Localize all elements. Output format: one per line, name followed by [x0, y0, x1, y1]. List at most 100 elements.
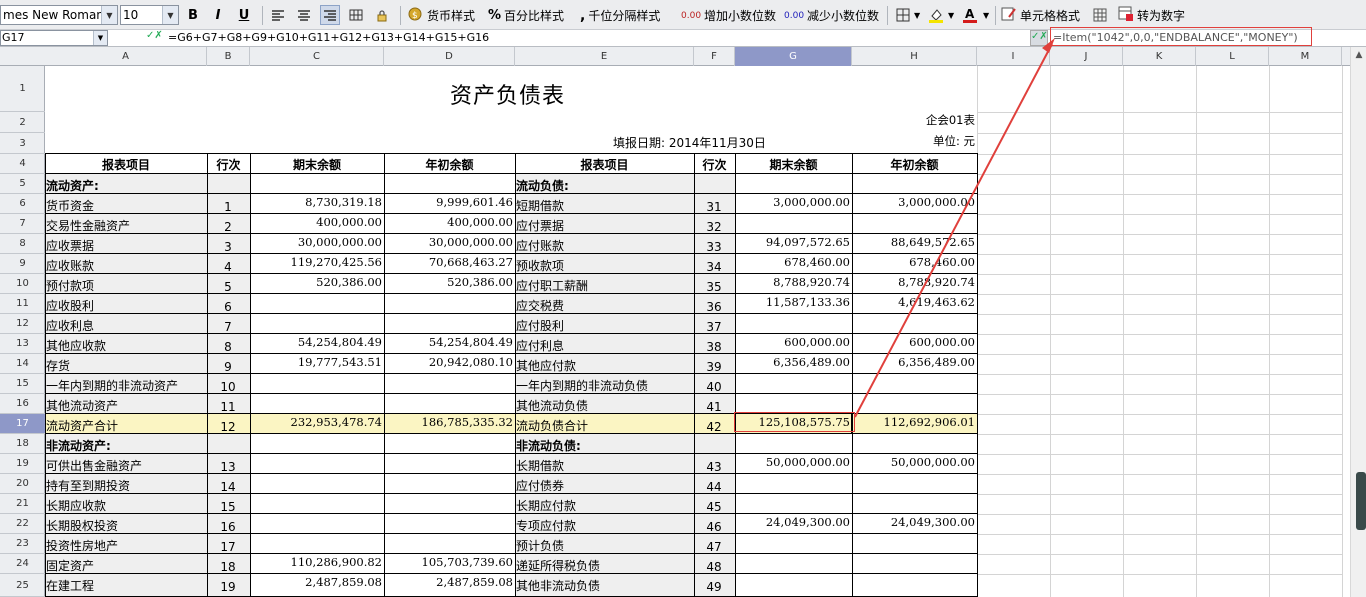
align-left-icon[interactable] — [268, 5, 288, 25]
item-label[interactable]: 其他应收款 — [45, 334, 206, 354]
row-seq[interactable]: 32 — [694, 214, 734, 234]
scroll-thumb[interactable] — [1356, 472, 1366, 530]
amount-cell[interactable]: 24,049,300.00 — [852, 514, 976, 534]
amount-cell[interactable]: 54,254,804.49 — [384, 334, 514, 354]
row-header-11[interactable]: 11 — [0, 294, 45, 314]
row-seq[interactable]: 5 — [207, 274, 249, 294]
underline-button[interactable]: U — [234, 5, 254, 25]
amount-cell[interactable]: 119,270,425.56 — [250, 254, 383, 274]
item-label[interactable]: 存货 — [45, 354, 206, 374]
row-header-19[interactable]: 19 — [0, 454, 45, 474]
row-seq[interactable]: 10 — [207, 374, 249, 394]
item-label[interactable]: 持有至到期投资 — [45, 474, 206, 494]
table-header-item[interactable]: 报表项目 — [45, 154, 207, 174]
item-label[interactable]: 非流动资产: — [45, 434, 206, 454]
row-seq[interactable]: 7 — [207, 314, 249, 334]
row-header-25[interactable]: 25 — [0, 574, 45, 597]
item-formula-edit-icon[interactable]: ✓✗ — [1030, 30, 1048, 46]
row-header-20[interactable]: 20 — [0, 474, 45, 494]
amount-cell[interactable]: 232,953,478.74 — [250, 414, 383, 434]
column-header-g[interactable]: G — [735, 47, 852, 66]
amount-cell[interactable]: 30,000,000.00 — [250, 234, 383, 254]
item-label[interactable]: 预收款项 — [515, 254, 693, 274]
row-seq[interactable]: 31 — [694, 194, 734, 214]
item-label[interactable]: 应付债券 — [515, 474, 693, 494]
increase-decimal-button[interactable]: 0.00 增加小数位数 — [681, 5, 776, 26]
formula-edit-icon[interactable]: ✓✗ — [146, 30, 164, 46]
row-seq[interactable]: 34 — [694, 254, 734, 274]
cell-format-button[interactable]: 单元格格式 — [1001, 5, 1080, 26]
table-header-end[interactable]: 期末余额 — [250, 154, 384, 174]
amount-cell[interactable]: 50,000,000.00 — [852, 454, 976, 474]
item-label[interactable]: 固定资产 — [45, 554, 206, 574]
row-seq[interactable]: 42 — [694, 414, 734, 434]
percent-style-button[interactable]: % 百分比样式 — [488, 5, 564, 26]
amount-cell[interactable]: 54,254,804.49 — [250, 334, 383, 354]
row-seq[interactable]: 2 — [207, 214, 249, 234]
merge-cells-icon[interactable] — [346, 5, 366, 25]
amount-cell[interactable]: 88,649,572.65 — [852, 234, 976, 254]
column-header-m[interactable]: M — [1269, 47, 1342, 66]
amount-cell[interactable]: 30,000,000.00 — [384, 234, 514, 254]
item-label[interactable]: 一年内到期的非流动资产 — [45, 374, 206, 394]
table-header-item2[interactable]: 报表项目 — [515, 154, 694, 174]
amount-cell[interactable]: 400,000.00 — [384, 214, 514, 234]
column-header-e[interactable]: E — [515, 47, 694, 66]
item-label[interactable]: 预付款项 — [45, 274, 206, 294]
item-label[interactable]: 递延所得税负债 — [515, 554, 693, 574]
item-label[interactable]: 专项应付款 — [515, 514, 693, 534]
row-seq[interactable]: 12 — [207, 414, 249, 434]
row-header-3[interactable]: 3 — [0, 133, 45, 154]
align-right-icon[interactable] — [320, 5, 340, 25]
column-header-b[interactable]: B — [207, 47, 250, 66]
table-header-end2[interactable]: 期末余额 — [735, 154, 852, 174]
row-header-17[interactable]: 17 — [0, 414, 45, 434]
row-seq[interactable]: 37 — [694, 314, 734, 334]
align-center-icon[interactable] — [294, 5, 314, 25]
row-seq[interactable]: 38 — [694, 334, 734, 354]
column-header-d[interactable]: D — [384, 47, 515, 66]
fill-color-icon[interactable] — [926, 5, 946, 25]
font-name-select[interactable]: mes New Roman ▼ — [0, 5, 118, 25]
thousands-style-button[interactable]: , 千位分隔样式 — [580, 5, 660, 26]
amount-cell[interactable]: 678,460.00 — [735, 254, 851, 274]
row-header-10[interactable]: 10 — [0, 274, 45, 294]
row-header-24[interactable]: 24 — [0, 554, 45, 574]
column-header-j[interactable]: J — [1050, 47, 1123, 66]
item-label[interactable]: 预计负债 — [515, 534, 693, 554]
amount-cell[interactable]: 6,356,489.00 — [735, 354, 851, 374]
item-label[interactable]: 货币资金 — [45, 194, 206, 214]
row-header-12[interactable]: 12 — [0, 314, 45, 334]
amount-cell[interactable]: 2,487,859.08 — [250, 574, 383, 597]
column-header-a[interactable]: A — [45, 47, 207, 66]
item-label[interactable]: 流动资产: — [45, 174, 206, 194]
row-header-7[interactable]: 7 — [0, 214, 45, 234]
amount-cell[interactable]: 24,049,300.00 — [735, 514, 851, 534]
borders-dropdown-icon[interactable]: ▼ — [914, 5, 920, 26]
to-number-button[interactable]: 转为数字 — [1118, 5, 1185, 26]
row-seq[interactable]: 1 — [207, 194, 249, 214]
amount-cell[interactable]: 186,785,335.32 — [384, 414, 514, 434]
row-seq[interactable]: 48 — [694, 554, 734, 574]
row-header-23[interactable]: 23 — [0, 534, 45, 554]
row-seq[interactable]: 49 — [694, 574, 734, 597]
amount-cell[interactable]: 94,097,572.65 — [735, 234, 851, 254]
font-color-icon[interactable]: A — [960, 5, 980, 25]
item-label[interactable]: 应付利息 — [515, 334, 693, 354]
item-label[interactable]: 流动负债: — [515, 174, 693, 194]
row-seq[interactable]: 39 — [694, 354, 734, 374]
item-label[interactable]: 长期借款 — [515, 454, 693, 474]
amount-cell[interactable]: 110,286,900.82 — [250, 554, 383, 574]
item-label[interactable]: 投资性房地产 — [45, 534, 206, 554]
amount-cell[interactable]: 520,386.00 — [250, 274, 383, 294]
item-label[interactable]: 应付职工薪酬 — [515, 274, 693, 294]
amount-cell[interactable]: 50,000,000.00 — [735, 454, 851, 474]
item-label[interactable]: 流动负债合计 — [515, 414, 693, 434]
item-label[interactable]: 非流动负债: — [515, 434, 693, 454]
amount-cell[interactable]: 105,703,739.60 — [384, 554, 514, 574]
amount-cell[interactable]: 19,777,543.51 — [250, 354, 383, 374]
scroll-up-icon[interactable]: ▲ — [1351, 47, 1366, 63]
amount-cell[interactable]: 520,386.00 — [384, 274, 514, 294]
row-header-15[interactable]: 15 — [0, 374, 45, 394]
column-header-i[interactable]: I — [977, 47, 1050, 66]
